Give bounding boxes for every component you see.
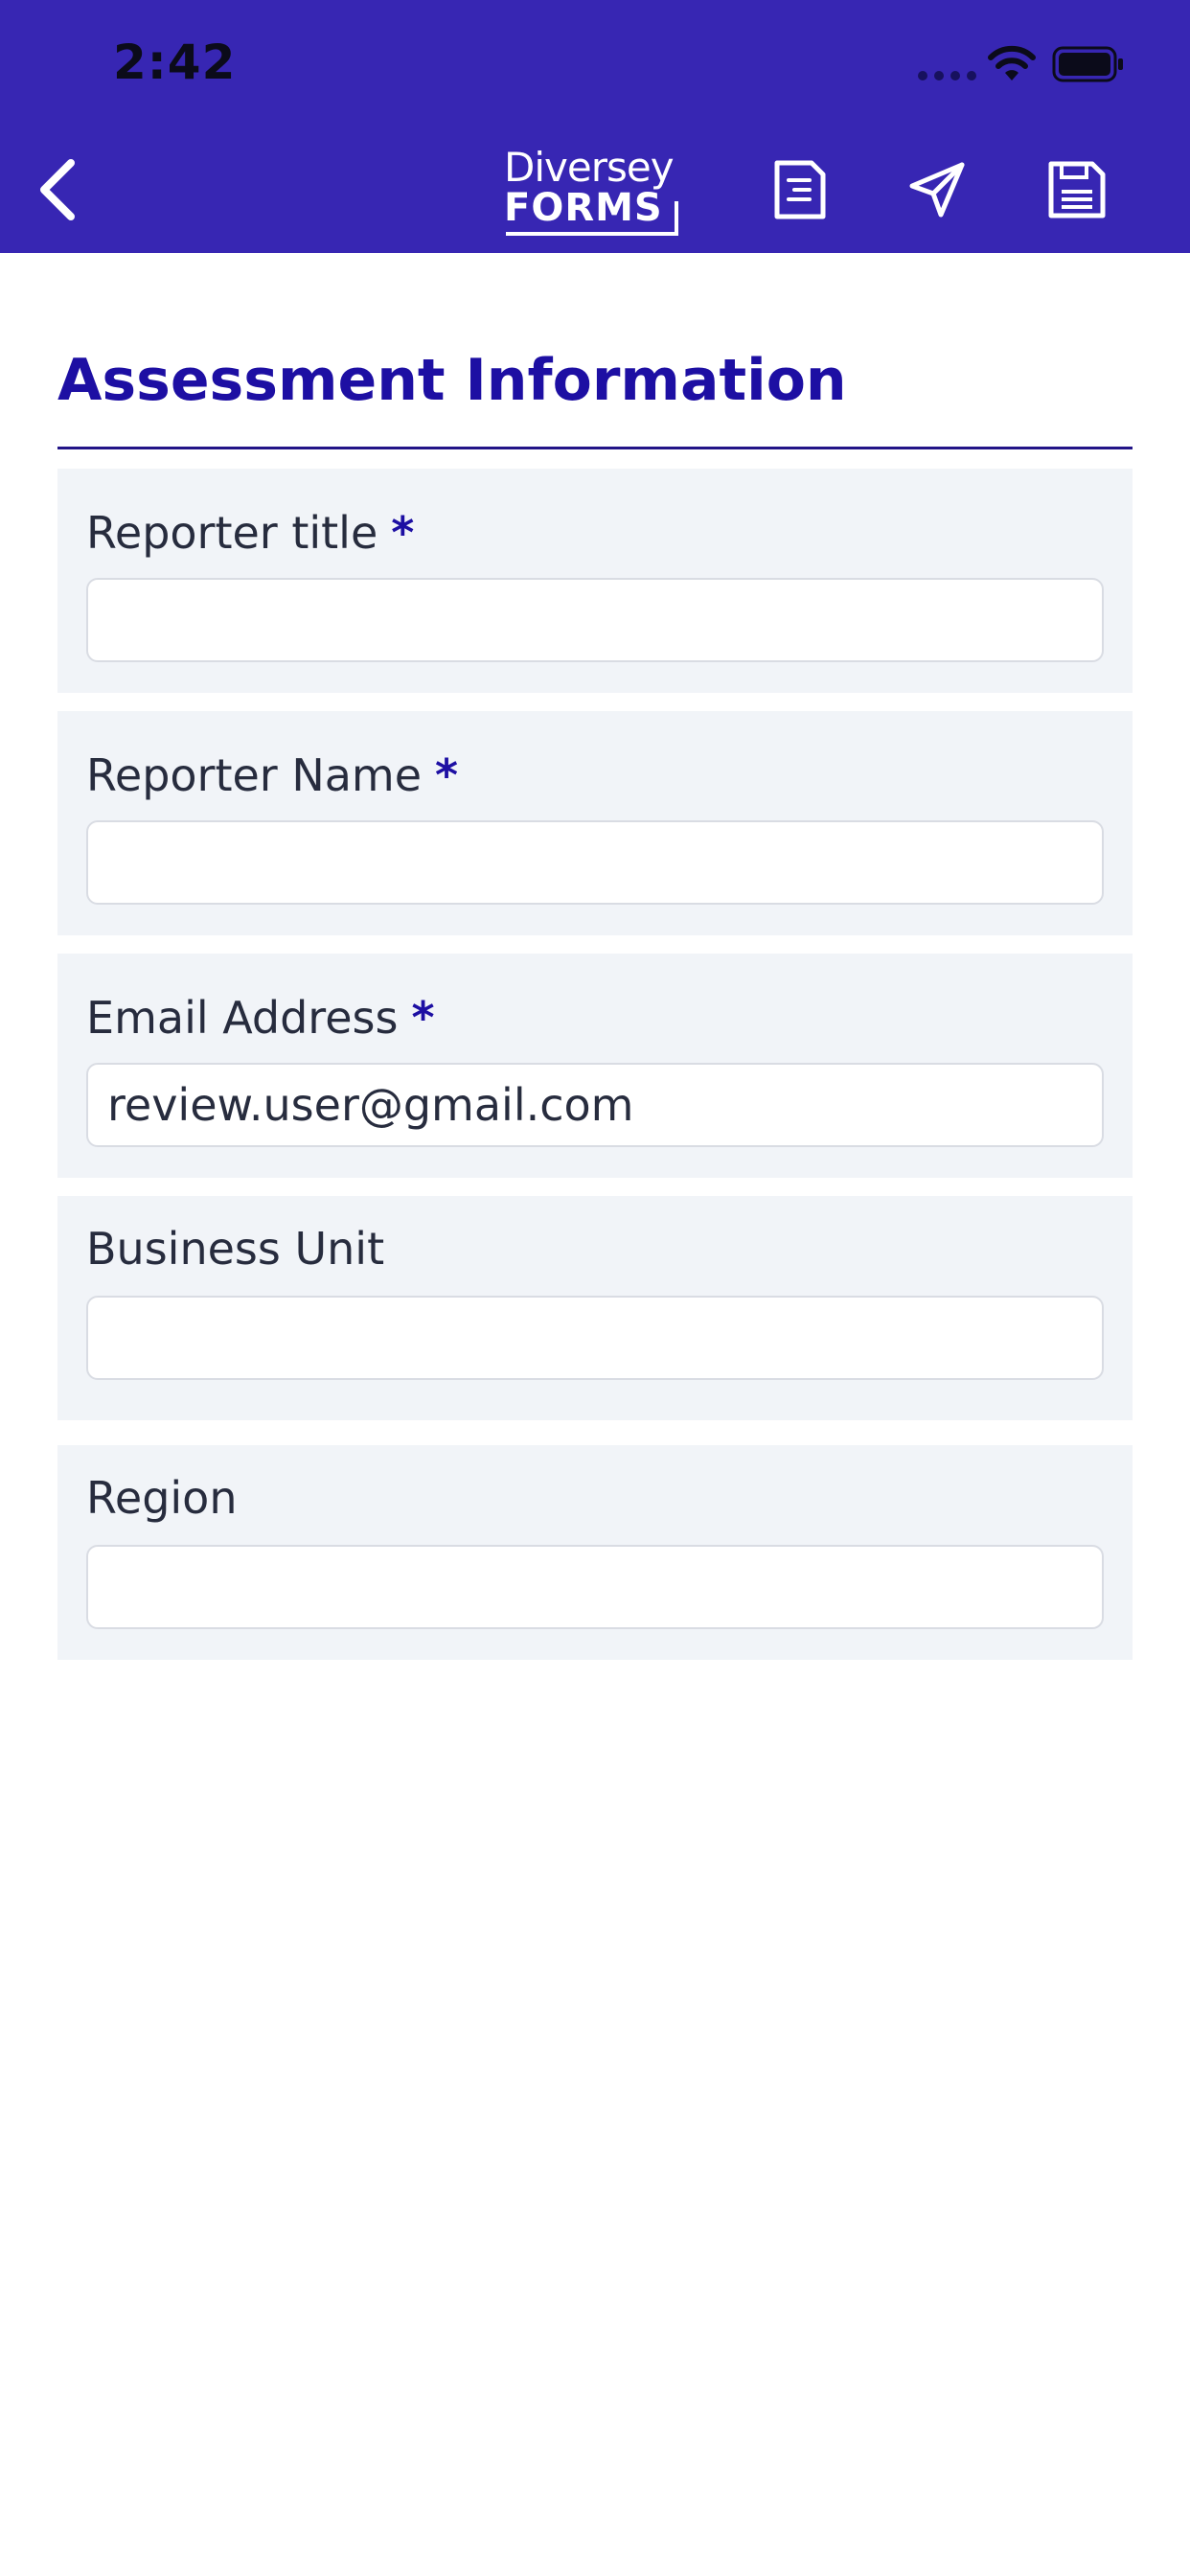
field-label: Region	[86, 1472, 237, 1524]
email-address-input[interactable]	[86, 1063, 1104, 1147]
field-label: Reporter title *	[86, 507, 414, 559]
required-indicator: *	[391, 507, 415, 559]
business-unit-input[interactable]	[86, 1296, 1104, 1380]
brand-logo: Diversey FORMS	[498, 144, 690, 236]
save-icon	[1048, 161, 1106, 218]
field-label: Email Address *	[86, 992, 435, 1044]
send-icon	[909, 162, 965, 218]
required-indicator: *	[411, 992, 435, 1044]
battery-icon	[1052, 46, 1123, 82]
back-button[interactable]	[23, 151, 92, 228]
cellular-signal-icon	[918, 71, 976, 80]
logo-line1: Diversey	[504, 144, 675, 191]
required-indicator: *	[435, 749, 459, 801]
region-input[interactable]	[86, 1545, 1104, 1629]
field-label-text: Reporter title	[86, 507, 378, 559]
field-reporter-name: Reporter Name *	[57, 711, 1133, 935]
wifi-icon	[988, 45, 1036, 80]
status-time: 2:42	[113, 34, 237, 90]
section-divider	[57, 447, 1133, 449]
save-button[interactable]	[1041, 153, 1113, 226]
section-title: Assessment Information	[57, 347, 847, 414]
app-header: 2:42 Diversey FORMS	[0, 0, 1190, 253]
document-button[interactable]	[765, 153, 834, 226]
field-email-address: Email Address *	[57, 954, 1133, 1178]
field-label-text: Business Unit	[86, 1223, 385, 1275]
field-label-text: Reporter Name	[86, 749, 423, 801]
send-button[interactable]	[901, 153, 973, 226]
logo-line2: FORMS	[504, 186, 663, 230]
chevron-left-icon	[40, 159, 75, 220]
reporter-title-input[interactable]	[86, 578, 1104, 662]
field-region: Region	[57, 1445, 1133, 1660]
field-business-unit: Business Unit	[57, 1196, 1133, 1420]
field-label: Reporter Name *	[86, 749, 458, 801]
field-label-text: Email Address	[86, 992, 399, 1044]
reporter-name-input[interactable]	[86, 820, 1104, 905]
field-reporter-title: Reporter title *	[57, 469, 1133, 693]
document-icon	[774, 160, 826, 219]
field-label-text: Region	[86, 1472, 238, 1524]
field-label: Business Unit	[86, 1223, 384, 1275]
